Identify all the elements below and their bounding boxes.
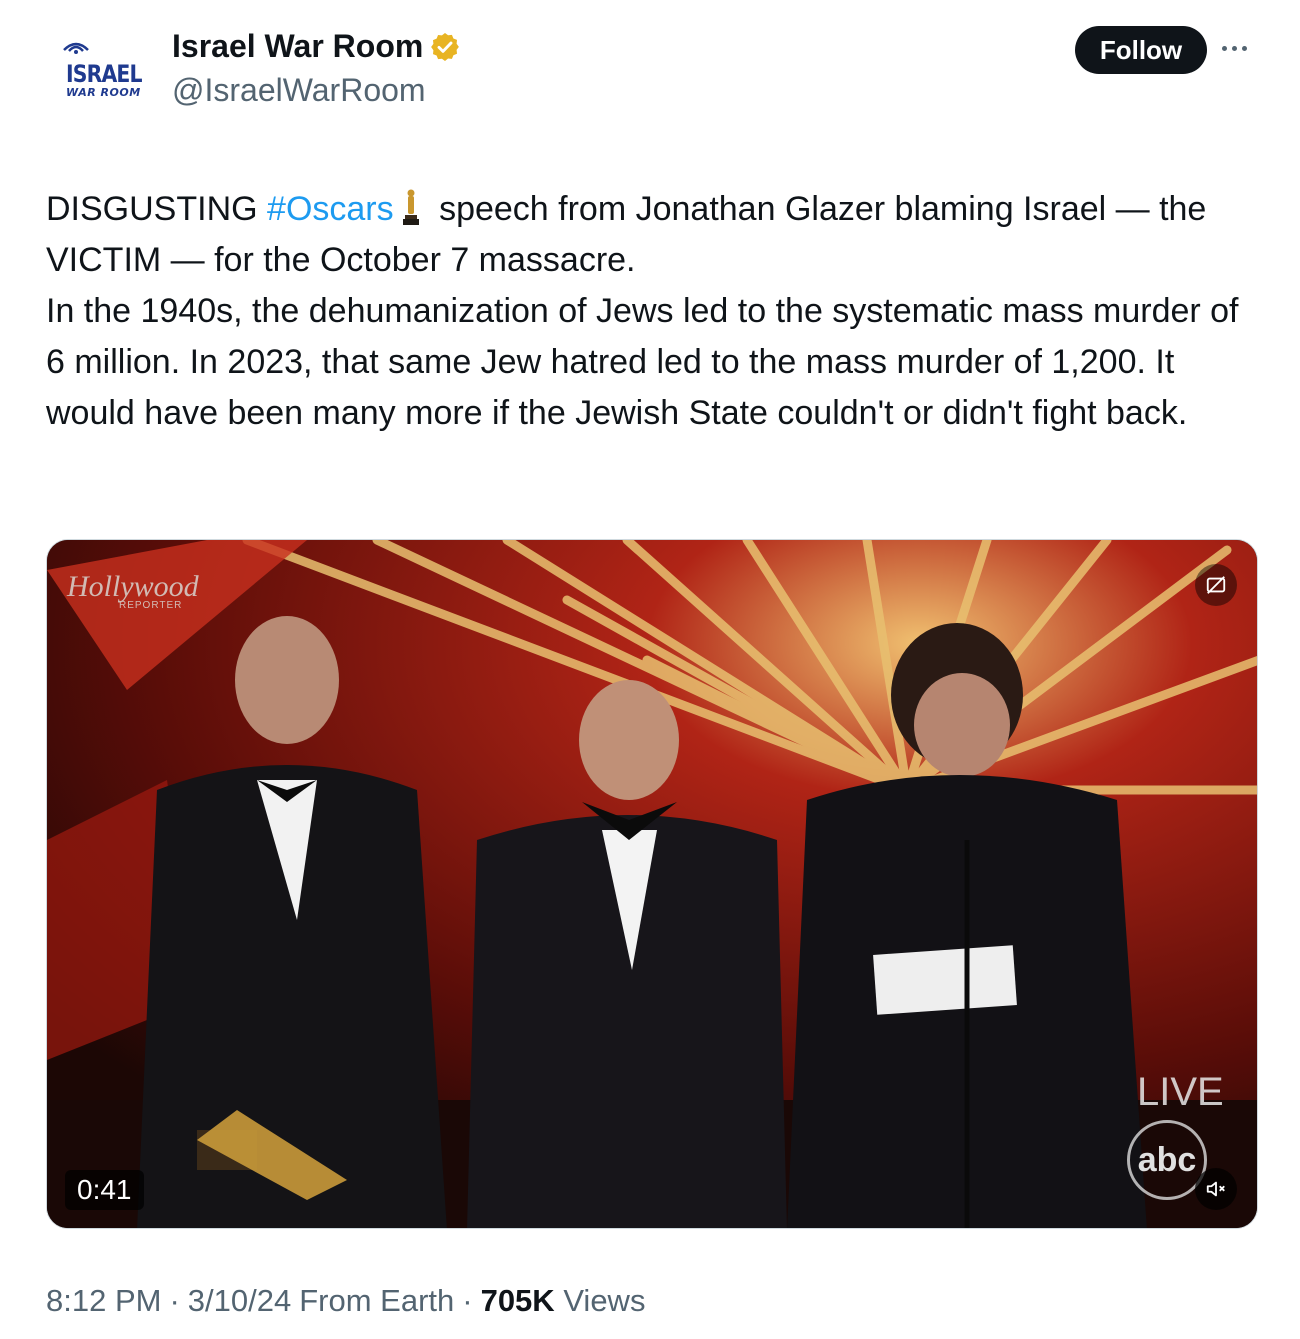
follow-button[interactable]: Follow bbox=[1075, 26, 1207, 74]
captions-off-icon[interactable] bbox=[1195, 564, 1237, 606]
live-overlay-label: LIVE bbox=[1137, 1070, 1224, 1114]
tweet-meta: 8:12 PM · 3/10/24 From Earth · 705K View… bbox=[46, 1283, 645, 1319]
tweet-time[interactable]: 8:12 PM bbox=[46, 1283, 161, 1319]
more-options-icon[interactable] bbox=[1222, 36, 1262, 60]
account-handle[interactable]: @IsraelWarRoom bbox=[172, 72, 426, 109]
tweet-header: ISRAEL WAR ROOM Israel War Room @IsraelW… bbox=[0, 0, 1300, 130]
broadcast-icon bbox=[63, 42, 89, 54]
watermark-logo: Hollywood REPORTER bbox=[67, 570, 199, 611]
tweet-text-line3: In the 1940s, the dehumanization of Jews… bbox=[46, 292, 1239, 432]
meta-separator: · bbox=[169, 1283, 180, 1318]
meta-separator: · bbox=[462, 1283, 473, 1318]
avatar[interactable]: ISRAEL WAR ROOM bbox=[48, 28, 148, 108]
hashtag-link[interactable]: #Oscars bbox=[267, 190, 394, 228]
tweet-date[interactable]: 3/10/24 bbox=[188, 1283, 291, 1319]
display-name[interactable]: Israel War Room bbox=[172, 28, 423, 65]
mute-icon[interactable] bbox=[1195, 1168, 1237, 1210]
views-label: Views bbox=[563, 1283, 646, 1318]
watermark-subtext: REPORTER bbox=[119, 600, 183, 611]
tweet-source: From Earth bbox=[299, 1283, 455, 1318]
avatar-logo-text: ISRAEL bbox=[66, 60, 142, 88]
video-frame bbox=[47, 540, 1257, 1228]
tweet-text: DISGUSTING #Oscars speech from Jonathan … bbox=[46, 184, 1266, 439]
video-duration: 0:41 bbox=[65, 1170, 144, 1210]
avatar-logo-subtext: WAR ROOM bbox=[66, 86, 141, 99]
oscar-trophy-icon bbox=[402, 189, 419, 225]
tweet-text-part1: DISGUSTING bbox=[46, 190, 268, 228]
views-count[interactable]: 705K bbox=[481, 1283, 555, 1318]
video-player[interactable]: Hollywood REPORTER LIVE abc 0:41 bbox=[46, 539, 1258, 1229]
verified-badge-icon[interactable] bbox=[429, 31, 461, 63]
watermark-text: Hollywood bbox=[67, 570, 199, 603]
